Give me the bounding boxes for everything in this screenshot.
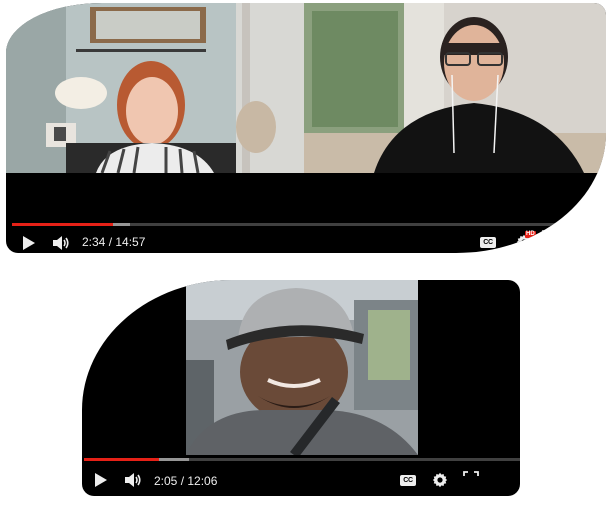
captions-button[interactable]: CC xyxy=(396,469,420,491)
play-button[interactable] xyxy=(16,230,42,253)
hd-badge: HD xyxy=(525,231,536,238)
captions-icon: CC xyxy=(480,236,496,248)
fullscreen-button[interactable] xyxy=(460,468,482,488)
progress-played xyxy=(12,223,114,226)
play-icon xyxy=(23,236,35,250)
captions-icon: CC xyxy=(400,474,416,486)
play-icon xyxy=(95,473,107,487)
play-button[interactable] xyxy=(88,467,114,493)
participant-woman xyxy=(6,3,304,173)
volume-button[interactable] xyxy=(48,230,74,253)
fullscreen-icon xyxy=(463,471,479,476)
video-player-2[interactable]: 2:05 / 12:06 CC xyxy=(82,280,520,496)
fullscreen-icon xyxy=(542,230,554,234)
video-frame-2[interactable] xyxy=(82,280,520,455)
fullscreen-button[interactable] xyxy=(540,229,556,243)
participant-man-cap xyxy=(186,280,418,455)
volume-icon xyxy=(125,473,141,487)
progress-bar[interactable] xyxy=(12,223,600,226)
progress-bar[interactable] xyxy=(84,458,520,461)
settings-button[interactable]: HD xyxy=(512,230,536,253)
video-frame-1[interactable] xyxy=(6,3,606,173)
progress-played xyxy=(84,458,159,461)
time-display: 2:34 / 14:57 xyxy=(82,235,146,249)
volume-icon xyxy=(53,236,69,250)
participant-man-glasses xyxy=(304,3,606,173)
settings-button[interactable] xyxy=(428,468,452,492)
settings-icon xyxy=(432,472,448,488)
video-player-1[interactable]: 2:34 / 14:57 CC HD xyxy=(6,3,606,253)
volume-button[interactable] xyxy=(120,467,146,493)
captions-button[interactable]: CC xyxy=(476,232,500,252)
time-display: 2:05 / 12:06 xyxy=(154,474,218,488)
